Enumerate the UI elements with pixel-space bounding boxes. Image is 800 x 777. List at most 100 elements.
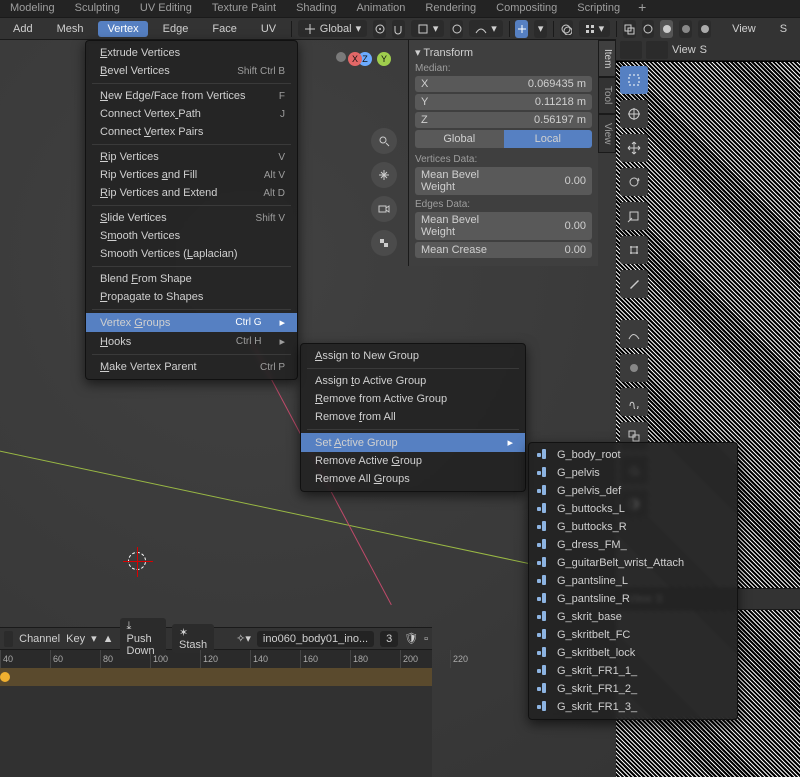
action-name-field[interactable]: ino060_body01_ino...: [257, 631, 374, 647]
menu-item[interactable]: G_skrit_base: [529, 608, 737, 626]
menu-edge[interactable]: Edge: [154, 21, 198, 37]
axis-neg[interactable]: [336, 52, 346, 62]
menu-item[interactable]: G_skritbelt_lock: [529, 644, 737, 662]
menu-item[interactable]: G_skrit_FR1_3_: [529, 698, 737, 716]
gizmo-visibility[interactable]: [515, 20, 528, 38]
gizmo-dropdown[interactable]: ▾: [534, 20, 547, 38]
menu-item[interactable]: G_skritbelt_FC: [529, 626, 737, 644]
menu-item[interactable]: G_buttocks_L: [529, 500, 737, 518]
zoom-icon[interactable]: [371, 128, 397, 154]
frame-tick[interactable]: 120: [200, 650, 250, 668]
axis-x[interactable]: X: [348, 52, 362, 66]
tool-cursor[interactable]: [620, 100, 648, 128]
shading-render[interactable]: [698, 20, 711, 38]
menu-item[interactable]: G_pantsline_R: [529, 590, 737, 608]
stash-button[interactable]: ✶ Stash: [172, 624, 214, 653]
menu-item[interactable]: Rip Vertices and ExtendAlt D: [86, 184, 297, 202]
menu-item[interactable]: Connect Vertex PathJ: [86, 105, 297, 123]
menu-item[interactable]: G_skrit_FR1_2_: [529, 680, 737, 698]
key-menu[interactable]: Key: [66, 633, 85, 645]
menu-item[interactable]: New Edge/Face from VerticesF: [86, 87, 297, 105]
menu-item[interactable]: Vertex GroupsCtrl G▸: [86, 313, 297, 332]
xray-toggle[interactable]: [623, 20, 636, 38]
persp-icon[interactable]: [371, 230, 397, 256]
fake-user-icon[interactable]: 🛡: [404, 632, 418, 645]
workspace-tab[interactable]: Sculpting: [65, 0, 130, 17]
workspace-tab[interactable]: Rendering: [415, 0, 486, 17]
tool-rotate[interactable]: [620, 168, 648, 196]
mean-crease[interactable]: Mean Crease0.00: [415, 242, 592, 258]
space-toggle[interactable]: Global Local: [415, 130, 592, 148]
workspace-tab[interactable]: Texture Paint: [202, 0, 286, 17]
proportional-toggle[interactable]: [450, 20, 463, 38]
ntab-view[interactable]: View: [598, 114, 616, 154]
pan-icon[interactable]: [371, 162, 397, 188]
ntab-tool[interactable]: Tool: [598, 77, 616, 113]
menu-item[interactable]: G_pelvis_def: [529, 482, 737, 500]
median-x[interactable]: X0.069435 m: [415, 76, 592, 92]
menu-item[interactable]: Rip Vertices and FillAlt V: [86, 166, 297, 184]
menu-mesh[interactable]: Mesh: [48, 21, 93, 37]
editor-type-icon[interactable]: [4, 631, 13, 647]
action-users[interactable]: 3: [380, 631, 398, 647]
ntab-item[interactable]: Item: [598, 40, 616, 77]
workspace-tab[interactable]: Animation: [346, 0, 415, 17]
frame-tick[interactable]: 160: [300, 650, 350, 668]
menu-item[interactable]: G_body_root: [529, 446, 737, 464]
vertex-groups-submenu[interactable]: Assign to New Group Assign to Active Grou…: [300, 343, 526, 492]
menu-item[interactable]: Rip VerticesV: [86, 148, 297, 166]
menu-item[interactable]: Set Active Group▸: [301, 433, 525, 452]
menu-item[interactable]: Blend From Shape: [86, 270, 297, 288]
overlay-dropdown[interactable]: ▾: [579, 20, 611, 37]
menu-item[interactable]: G_skrit_FR1_1_: [529, 662, 737, 680]
marker-dropdown[interactable]: ▾: [91, 632, 97, 645]
menu-item[interactable]: Assign to Active Group: [301, 372, 525, 390]
menu-item[interactable]: Remove from Active Group: [301, 390, 525, 408]
transform-orientation-dropdown[interactable]: Global ▾: [298, 20, 367, 37]
frame-tick[interactable]: 220: [450, 650, 500, 668]
tool-draw[interactable]: [620, 320, 648, 348]
median-z[interactable]: Z0.56197 m: [415, 112, 592, 128]
uv-view-menu[interactable]: View: [723, 21, 765, 37]
new-action-icon[interactable]: ▫: [424, 633, 428, 645]
tool-smear[interactable]: [620, 388, 648, 416]
uv-select-menu[interactable]: S: [771, 21, 796, 37]
menu-item[interactable]: Remove All Groups: [301, 470, 525, 488]
menu-item[interactable]: HooksCtrl H▸: [86, 332, 297, 351]
keyframe[interactable]: [0, 672, 10, 682]
menu-uv[interactable]: UV: [252, 21, 285, 37]
frame-tick[interactable]: 40: [0, 650, 50, 668]
pivot-dropdown[interactable]: [373, 20, 386, 38]
menu-item[interactable]: G_dress_FM_: [529, 536, 737, 554]
shading-wire[interactable]: [642, 20, 655, 38]
timeline-ruler[interactable]: 406080100120140160180200220: [0, 650, 432, 668]
uv-mode[interactable]: [646, 41, 668, 59]
shading-solid[interactable]: [660, 20, 673, 38]
tool-scale[interactable]: [620, 202, 648, 230]
frame-tick[interactable]: 140: [250, 650, 300, 668]
menu-add[interactable]: Add: [4, 21, 42, 37]
workspace-tab[interactable]: Scripting: [567, 0, 630, 17]
menu-item[interactable]: Assign to New Group: [301, 347, 525, 365]
frame-tick[interactable]: 180: [350, 650, 400, 668]
menu-item[interactable]: Remove Active Group: [301, 452, 525, 470]
frame-tick[interactable]: 60: [50, 650, 100, 668]
mean-bevel-weight-e[interactable]: Mean Bevel Weight0.00: [415, 212, 592, 240]
workspace-tab[interactable]: UV Editing: [130, 0, 202, 17]
camera-icon[interactable]: [371, 196, 397, 222]
frame-tick[interactable]: 200: [400, 650, 450, 668]
menu-face[interactable]: Face: [203, 21, 245, 37]
frame-tick[interactable]: 100: [150, 650, 200, 668]
tool-soften[interactable]: [620, 354, 648, 382]
frame-tick[interactable]: 80: [100, 650, 150, 668]
menu-item[interactable]: Smooth Vertices (Laplacian): [86, 245, 297, 263]
menu-item[interactable]: Connect Vertex Pairs: [86, 123, 297, 141]
workspace-tab[interactable]: Compositing: [486, 0, 567, 17]
menu-vertex[interactable]: Vertex: [98, 21, 147, 37]
shading-matcap[interactable]: [679, 20, 692, 38]
menu-item[interactable]: Make Vertex ParentCtrl P: [86, 358, 297, 376]
menu-item[interactable]: Slide VerticesShift V: [86, 209, 297, 227]
tool-transform[interactable]: [620, 236, 648, 264]
action-browse-icon[interactable]: ✧▾: [236, 632, 251, 645]
add-workspace[interactable]: +: [630, 0, 654, 17]
